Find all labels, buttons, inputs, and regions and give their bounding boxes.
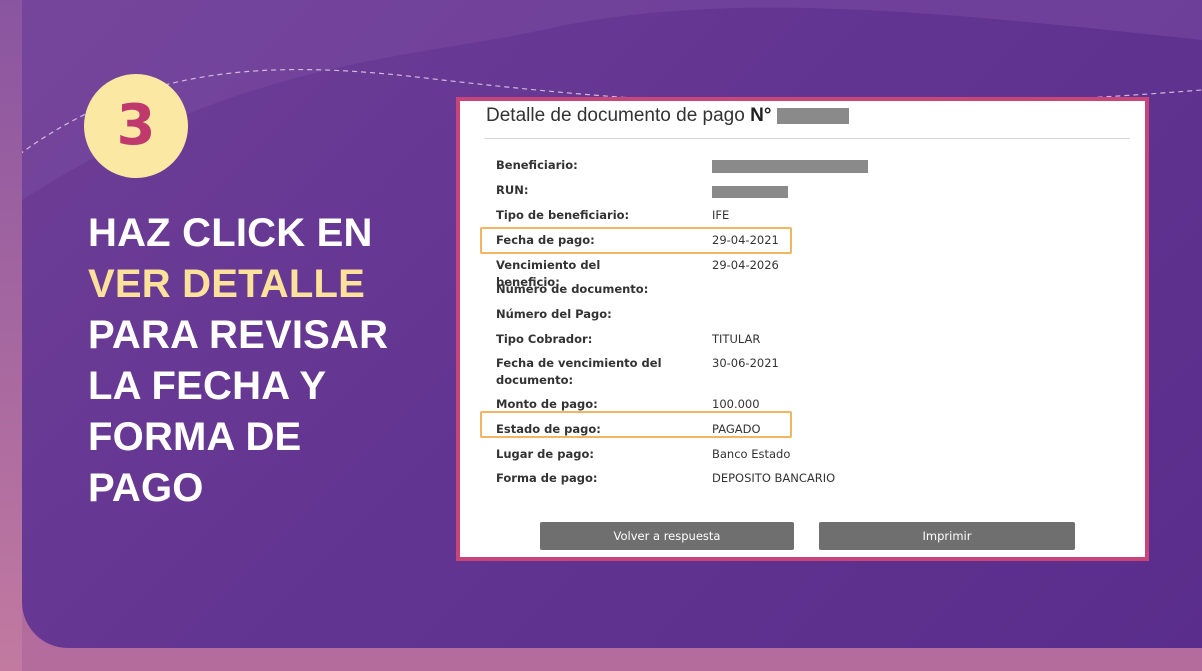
- row-label: Tipo de beneficiario:: [496, 208, 630, 222]
- row-value: 29-04-2026: [712, 258, 779, 272]
- instruction-headline: HAZ CLICK EN VER DETALLE PARA REVISAR LA…: [88, 208, 428, 514]
- row-value: TITULAR: [712, 332, 761, 346]
- left-accent-strip: [0, 0, 22, 671]
- headline-line-4: LA FECHA Y: [88, 364, 327, 408]
- headline-highlight: VER DETALLE: [88, 262, 366, 306]
- row-label: Tipo Cobrador:: [496, 332, 593, 346]
- row-label: RUN:: [496, 183, 529, 197]
- step-number: 3: [116, 93, 156, 158]
- highlight-estado-pago: [480, 411, 792, 438]
- row-label: Número del Pago:: [496, 307, 612, 321]
- row-value: 30-06-2021: [712, 356, 779, 370]
- row-value: IFE: [712, 208, 730, 222]
- row-label: Forma de pago:: [496, 471, 598, 485]
- payment-detail-screenshot: Detalle de documento de pago N° Benefici…: [456, 97, 1149, 561]
- redacted-run: [712, 183, 788, 200]
- row-value: Banco Estado: [712, 447, 791, 461]
- row-label: Beneficiario:: [496, 158, 578, 172]
- headline-line-1: HAZ CLICK EN: [88, 211, 373, 255]
- redacted-document-number: [776, 107, 849, 124]
- row-value: DEPOSITO BANCARIO: [712, 471, 836, 485]
- redacted-beneficiary: [712, 158, 868, 175]
- back-to-response-button[interactable]: Volver a respuesta: [540, 522, 794, 550]
- step-number-badge: 3: [84, 74, 188, 178]
- row-label: Lugar de pago:: [496, 447, 594, 461]
- document-title: Detalle de documento de pago N°: [486, 105, 849, 127]
- document-number-label: N°: [750, 105, 772, 126]
- highlight-fecha-pago: [480, 227, 792, 254]
- title-divider: [484, 138, 1130, 139]
- row-label: Número de documento:: [496, 282, 649, 296]
- document-title-text: Detalle de documento de pago: [486, 105, 745, 126]
- print-button[interactable]: Imprimir: [819, 522, 1075, 550]
- row-label: Fecha de vencimiento del documento:: [496, 356, 662, 387]
- headline-line-3: PARA REVISAR: [88, 313, 389, 357]
- headline-line-5: FORMA DE PAGO: [88, 415, 302, 510]
